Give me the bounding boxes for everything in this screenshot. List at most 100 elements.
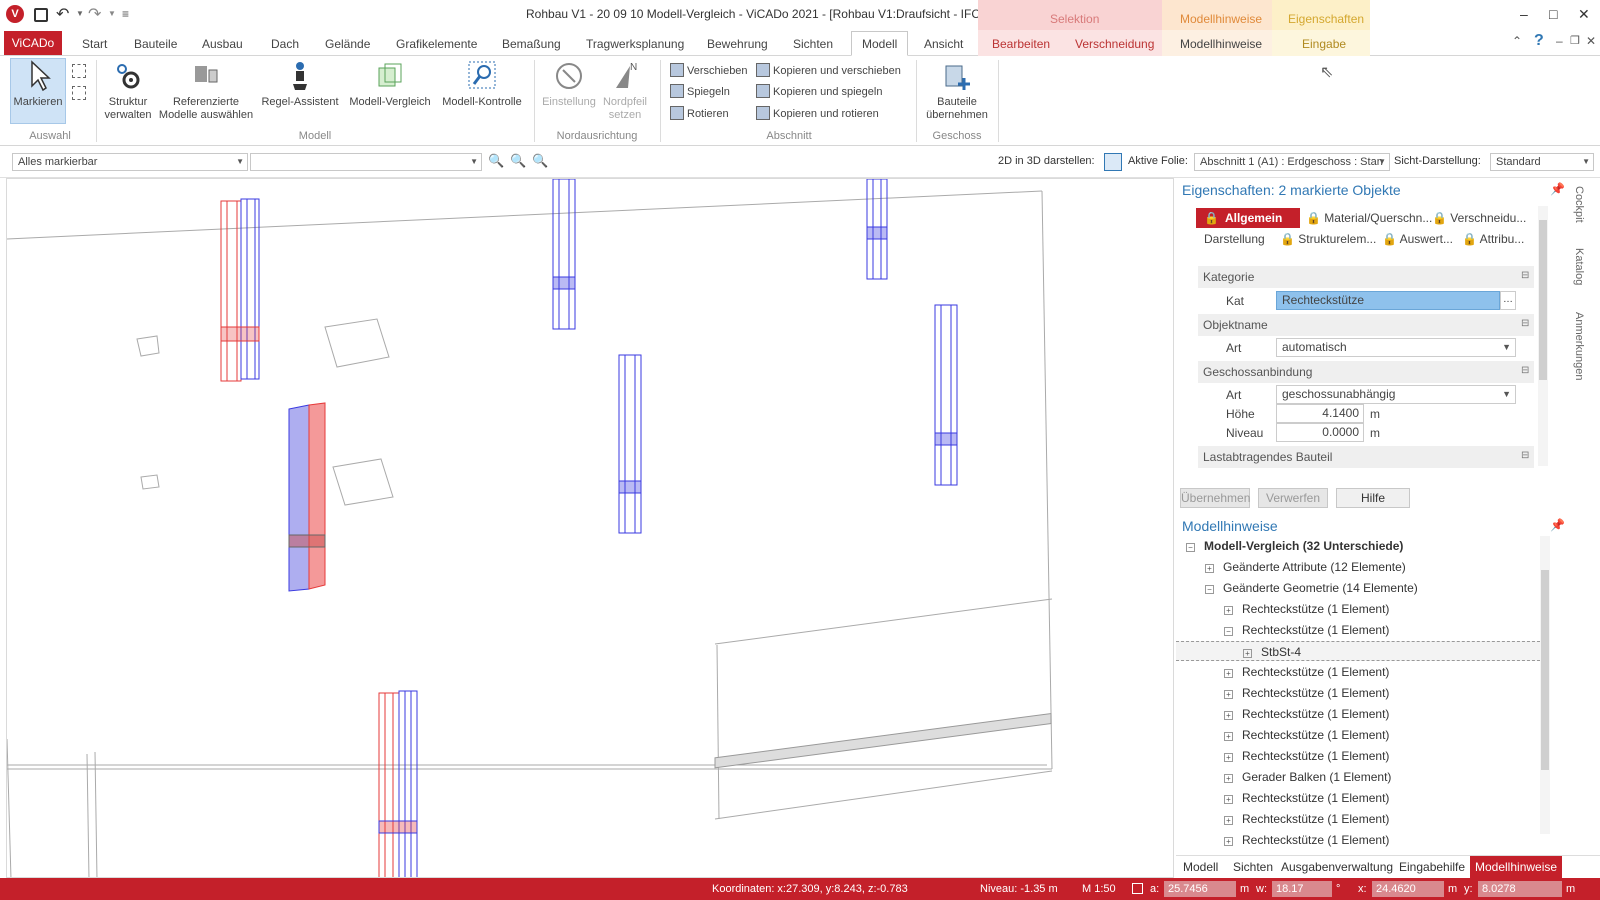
secondary-filter-combo[interactable]: ▼: [250, 153, 482, 171]
section-geschossanbindung[interactable]: Geschossanbindung: [1198, 361, 1534, 383]
tab-modellhinweise[interactable]: Modellhinweise: [1180, 34, 1262, 54]
tab-eingabe[interactable]: Eingabe: [1302, 34, 1346, 54]
properties-scrollbar[interactable]: [1538, 206, 1548, 466]
selection-filter-combo[interactable]: Alles markierbar ▼: [12, 153, 248, 171]
tab-sichten[interactable]: Sichten: [793, 34, 833, 54]
expand-icon[interactable]: +: [1224, 732, 1233, 741]
modell-kontrolle-button[interactable]: Modell-Kontrolle: [436, 60, 528, 109]
expand-icon[interactable]: +: [1243, 649, 1252, 658]
tab-verschneidung[interactable]: 🔒 Verschneidu...: [1432, 209, 1526, 227]
help-icon[interactable]: ?: [1534, 32, 1544, 50]
tree-row[interactable]: + Rechteckstütze (1 Element): [1224, 704, 1389, 724]
tab-material-querschnitt[interactable]: 🔒 Material/Querschn...: [1306, 209, 1432, 227]
section-lastabtragendes-bauteil[interactable]: Lastabtragendes Bauteil: [1198, 446, 1534, 468]
select-window-icon[interactable]: [72, 64, 86, 78]
objektname-art-select[interactable]: automatisch ▼: [1276, 338, 1516, 357]
kategorie-field[interactable]: Rechteckstütze: [1276, 291, 1500, 310]
expand-icon[interactable]: +: [1224, 606, 1233, 615]
pin-icon[interactable]: 📌: [1550, 182, 1565, 196]
tree-row[interactable]: + Rechteckstütze (1 Element): [1224, 683, 1389, 703]
tab-auswertung[interactable]: 🔒 Auswert...: [1382, 230, 1453, 248]
tree-row[interactable]: + Rechteckstütze (1 Element): [1224, 830, 1389, 850]
regel-assistent-button[interactable]: Regel-Assistent: [258, 60, 342, 109]
tab-bewehrung[interactable]: Bewehrung: [707, 34, 768, 54]
mdi-close-button[interactable]: ✕: [1586, 34, 1596, 48]
tab-attribute[interactable]: 🔒 Attribu...: [1462, 230, 1524, 248]
tree-row[interactable]: − Geänderte Geometrie (14 Elemente): [1205, 578, 1418, 598]
status-y-value[interactable]: 8.0278: [1478, 881, 1562, 897]
tab-grafikelemente[interactable]: Grafikelemente: [396, 34, 477, 54]
expand-icon[interactable]: +: [1224, 669, 1233, 678]
tree-row[interactable]: + Rechteckstütze (1 Element): [1224, 746, 1389, 766]
expand-icon[interactable]: +: [1224, 711, 1233, 720]
rotieren-button[interactable]: Rotieren: [670, 105, 729, 123]
tab-darstellung[interactable]: Darstellung: [1204, 230, 1265, 248]
status-a-value[interactable]: 25.7456: [1164, 881, 1236, 897]
bauteile-uebernehmen-button[interactable]: Bauteile übernehmen: [920, 60, 994, 122]
tab-modell[interactable]: Modell: [851, 31, 909, 56]
status-x-value[interactable]: 24.4620: [1372, 881, 1444, 897]
tab-verschneidung[interactable]: Verschneidung: [1075, 34, 1154, 54]
uebernehmen-button[interactable]: Übernehmen: [1180, 488, 1250, 508]
status-w-value[interactable]: 18.17: [1272, 881, 1332, 897]
app-logo-icon[interactable]: V: [6, 5, 24, 23]
tree-row[interactable]: + Rechteckstütze (1 Element): [1224, 725, 1389, 745]
minimize-button[interactable]: –: [1520, 6, 1528, 22]
modell-vergleich-button[interactable]: Modell-Vergleich: [344, 60, 436, 109]
column-pair-bottom[interactable]: [378, 690, 418, 878]
collapse-icon[interactable]: ⊟: [1521, 365, 1529, 376]
tab-bemassung[interactable]: Bemaßung: [502, 34, 561, 54]
kopieren-rotieren-button[interactable]: Kopieren und rotieren: [756, 105, 879, 123]
tree-row[interactable]: − Rechteckstütze (1 Element): [1224, 620, 1389, 640]
nordpfeil-setzen-button[interactable]: N Nordpfeil setzen: [600, 60, 650, 122]
struktur-verwalten-button[interactable]: Struktur verwalten: [100, 60, 156, 122]
section-kategorie[interactable]: Kategorie: [1198, 266, 1534, 288]
kopieren-verschieben-button[interactable]: Kopieren und verschieben: [756, 62, 901, 80]
einstellung-button[interactable]: Einstellung: [538, 60, 600, 109]
tab-tragwerksplanung[interactable]: Tragwerksplanung: [586, 34, 684, 54]
hilfe-button[interactable]: Hilfe: [1336, 488, 1410, 508]
app-menu-button[interactable]: ViCADo: [4, 31, 62, 55]
tree-scroll-thumb[interactable]: [1541, 570, 1549, 770]
section-objektname[interactable]: Objektname: [1198, 314, 1534, 336]
tab-ausbau[interactable]: Ausbau: [202, 34, 243, 54]
mdi-restore-button[interactable]: ❐: [1570, 34, 1580, 47]
expand-icon[interactable]: +: [1224, 690, 1233, 699]
panel-tab-modellhinweise[interactable]: Modellhinweise: [1470, 856, 1563, 878]
panel-tab-sichten[interactable]: Sichten: [1228, 856, 1278, 878]
niveau-input[interactable]: 0.0000: [1276, 423, 1364, 442]
tree-row[interactable]: − Modell-Vergleich (32 Unterschiede): [1186, 536, 1403, 556]
customize-quickaccess-icon[interactable]: ≡: [122, 7, 129, 21]
tab-allgemein[interactable]: 🔒 Allgemein: [1196, 208, 1300, 228]
binoculars-prev-icon[interactable]: 🔍: [532, 153, 548, 169]
select-crossing-icon[interactable]: [72, 86, 86, 100]
collapse-icon[interactable]: ⊟: [1521, 270, 1529, 281]
side-tab-katalog[interactable]: Katalog: [1573, 248, 1585, 285]
tree-row[interactable]: + Rechteckstütze (1 Element): [1224, 599, 1389, 619]
undo-dropdown-icon[interactable]: ▼: [76, 9, 84, 18]
tree-row[interactable]: + Rechteckstütze (1 Element): [1224, 809, 1389, 829]
redo-icon[interactable]: ↷: [88, 4, 101, 24]
side-tab-anmerkungen[interactable]: Anmerkungen: [1573, 312, 1585, 381]
properties-scroll-thumb[interactable]: [1539, 220, 1547, 380]
3d-viewport[interactable]: [6, 178, 1174, 878]
close-button[interactable]: ✕: [1578, 6, 1590, 23]
expand-icon[interactable]: +: [1224, 795, 1233, 804]
spiegeln-button[interactable]: Spiegeln: [670, 83, 730, 101]
collapse-icon[interactable]: −: [1205, 585, 1214, 594]
verwerfen-button[interactable]: Verwerfen: [1258, 488, 1328, 508]
tree-row[interactable]: + Rechteckstütze (1 Element): [1224, 662, 1389, 682]
collapse-icon[interactable]: ⊟: [1521, 318, 1529, 329]
maximize-button[interactable]: □: [1549, 6, 1557, 22]
collapse-icon[interactable]: −: [1224, 627, 1233, 636]
tree-row[interactable]: + Rechteckstütze (1 Element): [1224, 788, 1389, 808]
tab-bauteile[interactable]: Bauteile: [134, 34, 177, 54]
pin-icon[interactable]: 📌: [1550, 518, 1565, 532]
save-icon[interactable]: [34, 8, 48, 22]
tab-dach[interactable]: Dach: [271, 34, 299, 54]
tab-ansicht[interactable]: Ansicht: [924, 34, 963, 54]
tree-row[interactable]: + Gerader Balken (1 Element): [1224, 767, 1391, 787]
tab-start[interactable]: Start: [82, 34, 107, 54]
panel-tab-ausgabenverwaltung[interactable]: Ausgabenverwaltung: [1276, 856, 1398, 878]
blue-columns[interactable]: [552, 179, 958, 534]
